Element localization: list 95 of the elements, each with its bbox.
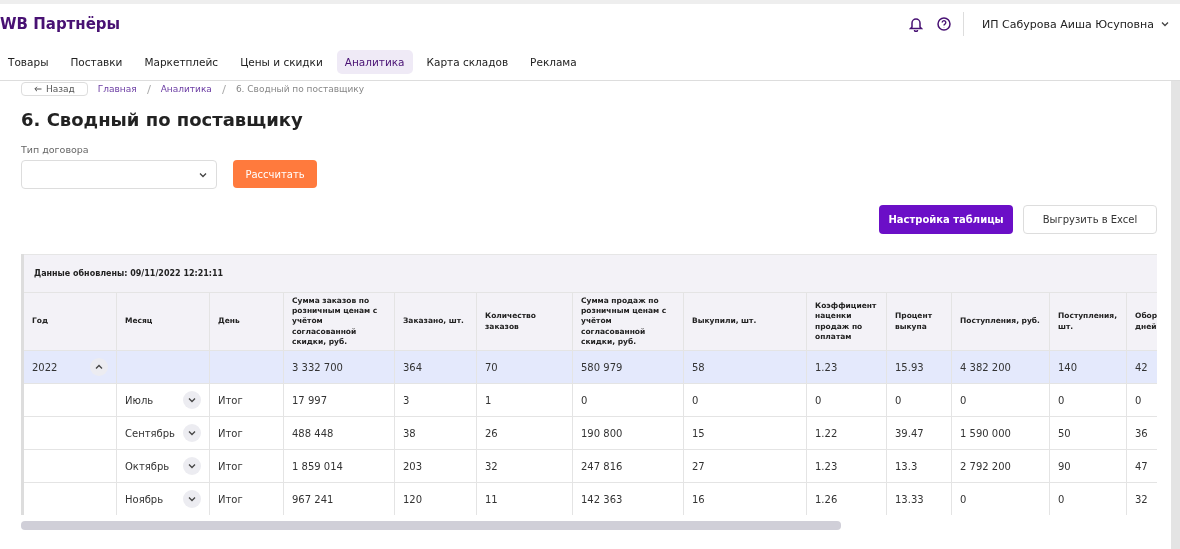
cell-text: 0 (960, 394, 967, 406)
cell-text: 0 (1058, 493, 1065, 505)
page-title: 6. Сводный по поставщику (21, 109, 304, 130)
cell-text: 1 (485, 394, 492, 406)
cell-text: 26 (485, 427, 498, 439)
cell-text: 0 (960, 493, 967, 505)
cell-text: 1.26 (815, 493, 838, 505)
cell-text: 140 (1058, 361, 1078, 373)
expand-toggle[interactable] (183, 490, 201, 508)
cell-text: 13.3 (895, 460, 918, 472)
cell-text: 2022 (32, 361, 58, 373)
help-icon[interactable] (937, 17, 952, 31)
cell-text: 364 (403, 361, 423, 373)
cell-text: 15.93 (895, 361, 924, 373)
cell-text: Ноябрь (125, 493, 164, 505)
user-menu[interactable]: ИП Сабурова Аиша Юсуповна (982, 17, 1170, 31)
cell-text: 967 241 (292, 493, 334, 505)
cell-text: 142 363 (581, 493, 623, 505)
cell-text: 32 (1135, 493, 1148, 505)
field-label: Тип договора (21, 144, 90, 155)
cell-text: 0 (1135, 394, 1142, 406)
nav-tab[interactable]: Реклама (522, 50, 585, 74)
cell-text: 1.22 (815, 427, 838, 439)
cell-text: 1 590 000 (960, 427, 1011, 439)
chevron-down-icon (187, 428, 197, 438)
cell-text: 203 (403, 460, 423, 472)
expand-toggle[interactable] (183, 391, 201, 409)
cell-text: 39.47 (895, 427, 924, 439)
arrow-left-icon (34, 86, 42, 92)
cell-text: 0 (815, 394, 822, 406)
updated-note: Данные обновлены: 09/11/2022 12:21:11 (24, 254, 1157, 292)
nav-tab[interactable]: Карта складов (418, 50, 517, 74)
cell-text: 0 (581, 394, 588, 406)
chevron-down-icon (187, 461, 197, 471)
cell-text: Итог (218, 427, 243, 439)
cell-text: 0 (1058, 394, 1065, 406)
cell-text: 1.23 (815, 460, 838, 472)
cell-text: 1.23 (815, 361, 838, 373)
back-button[interactable]: Назад (21, 82, 88, 96)
export-button[interactable]: Выгрузить в Excel (1023, 205, 1157, 234)
breadcrumb-item[interactable]: Аналитика (160, 84, 212, 94)
nav-tab[interactable]: Маркетплейс (136, 50, 227, 74)
cell-text: 580 979 (581, 361, 623, 373)
cell-text: 190 800 (581, 427, 623, 439)
cell-text: 3 332 700 (292, 361, 343, 373)
cell-text: 17 997 (292, 394, 327, 406)
cell-text: 488 448 (292, 427, 334, 439)
cell-text: 1 859 014 (292, 460, 343, 472)
nav-tab[interactable]: Товары (0, 50, 57, 74)
cell-text: 42 (1135, 361, 1148, 373)
breadcrumb-separator (221, 84, 226, 94)
chevron-up-icon (94, 362, 104, 372)
expand-toggle[interactable] (90, 358, 108, 376)
cell-text: 120 (403, 493, 423, 505)
expand-toggle[interactable] (183, 457, 201, 475)
cell-text: 38 (403, 427, 416, 439)
breadcrumb-separator (146, 84, 151, 94)
cell-text: 0 (895, 394, 902, 406)
chevron-down-icon (1160, 19, 1170, 29)
nav-tab[interactable]: Цены и скидки (232, 50, 331, 74)
cell-text: 27 (692, 460, 705, 472)
chevron-down-icon (187, 494, 197, 504)
horizontal-scrollbar[interactable] (21, 521, 841, 530)
cell-text: 50 (1058, 427, 1071, 439)
nav-tab[interactable]: Поставки (62, 50, 131, 74)
cell-text: 70 (485, 361, 498, 373)
expand-toggle[interactable] (183, 424, 201, 442)
cell-text: 247 816 (581, 460, 623, 472)
cell-text: 36 (1135, 427, 1148, 439)
cell-text: 15 (692, 427, 705, 439)
table-settings-button[interactable]: Настройка таблицы (879, 205, 1013, 234)
cell-text: 13.33 (895, 493, 924, 505)
cell-text: 16 (692, 493, 705, 505)
cell-text: 3 (403, 394, 410, 406)
breadcrumb-item[interactable]: Главная (97, 84, 137, 94)
cell-text: 32 (485, 460, 498, 472)
cell-text: Октябрь (125, 460, 170, 472)
cell-text: Июль (125, 394, 154, 406)
app-logo[interactable]: WB Партнёры (0, 15, 910, 33)
breadcrumb-item: 6. Сводный по поставщику (235, 84, 365, 94)
cell-text: Сентябрь (125, 427, 175, 439)
cell-text: Итог (218, 493, 243, 505)
bell-icon[interactable] (909, 16, 924, 32)
vertical-scrollbar[interactable] (1171, 81, 1180, 549)
cell-text: 4 382 200 (960, 361, 1011, 373)
chevron-down-icon (187, 395, 197, 405)
nav-tab[interactable]: Аналитика (336, 50, 413, 74)
cell-text: Итог (218, 460, 243, 472)
cell-text: 0 (692, 394, 699, 406)
cell-text: 90 (1058, 460, 1071, 472)
cell-text: 47 (1135, 460, 1148, 472)
cell-text: 58 (692, 361, 705, 373)
cell-text: 2 792 200 (960, 460, 1011, 472)
cell-text: 11 (485, 493, 498, 505)
cell-text: Итог (218, 394, 243, 406)
